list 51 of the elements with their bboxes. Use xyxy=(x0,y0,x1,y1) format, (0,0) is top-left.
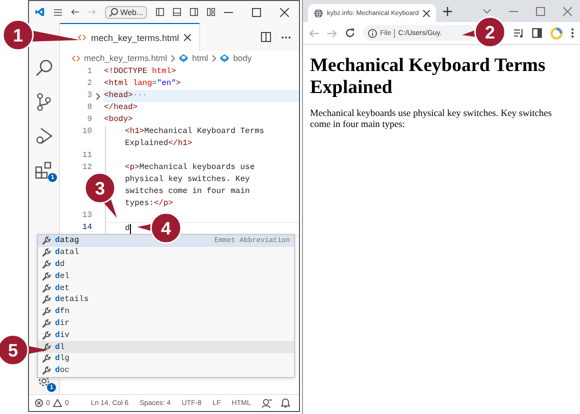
suggestion-label: details xyxy=(55,295,89,304)
code-token: ··· xyxy=(132,90,148,102)
code-token: </p> xyxy=(154,198,174,210)
line-number: 13 xyxy=(81,210,92,222)
suggestion-label: doc xyxy=(55,366,70,376)
suggestion-label: del xyxy=(55,272,70,281)
code-token: <p> xyxy=(125,162,140,174)
line-number: 3 xyxy=(86,90,92,102)
line-number: 14 xyxy=(81,222,92,234)
suggestion-label: dlg xyxy=(55,354,70,364)
line-number: 12 xyxy=(81,162,92,174)
suggestion-label: dfn xyxy=(55,307,70,316)
suggestion-label: div xyxy=(55,330,70,340)
step-callout: 4 xyxy=(135,211,183,245)
code-token: > xyxy=(171,66,176,78)
line-number: 11 xyxy=(81,150,92,162)
code-token: <h1> xyxy=(125,126,144,138)
suggestion-label: dl xyxy=(55,342,65,352)
code-token: <head> xyxy=(104,90,133,102)
page-paragraph: Mechanical keyboards use physical key switches. Key switches come in four main types: xyxy=(310,109,553,131)
code-token: </h1> xyxy=(168,138,192,150)
code-token: types: xyxy=(125,198,154,210)
code-token: physical key switches. Key xyxy=(125,174,250,186)
code-token: html xyxy=(152,66,172,78)
suggestion-label: dir xyxy=(55,318,70,328)
code-token: > xyxy=(176,78,181,90)
code-token: = xyxy=(152,78,157,90)
code-token: <html xyxy=(104,78,130,90)
suggestion-label: datal xyxy=(55,248,80,258)
suggestion-label: datag xyxy=(55,236,80,246)
code-token: <body> xyxy=(104,114,133,126)
line-number: 8 xyxy=(86,102,92,114)
line-number: 9 xyxy=(86,114,92,126)
step-callout: 2 xyxy=(460,15,507,49)
suggestion-label: dd xyxy=(55,260,65,269)
code-token: <!DOCTYPE xyxy=(104,66,148,78)
code-token: Mechanical keyboards use xyxy=(139,162,255,174)
step-callout: 5 xyxy=(0,333,50,367)
code-token: switches come in four main xyxy=(125,186,250,198)
code-token: d xyxy=(125,223,130,235)
line-number: 2 xyxy=(86,78,92,90)
page-heading: Mechanical Keyboard Terms Explained xyxy=(310,55,546,99)
line-number: 1 xyxy=(86,66,92,78)
code-token: Mechanical Keyboard Terms xyxy=(144,126,264,138)
line-number: 10 xyxy=(81,126,92,138)
step-callout: 1 xyxy=(1,18,82,52)
code-token: "en" xyxy=(156,78,176,90)
code-token: Explained xyxy=(125,138,168,150)
suggestion-label: det xyxy=(55,284,70,293)
code-token: </head> xyxy=(104,102,138,114)
code-token: lang xyxy=(132,78,152,90)
